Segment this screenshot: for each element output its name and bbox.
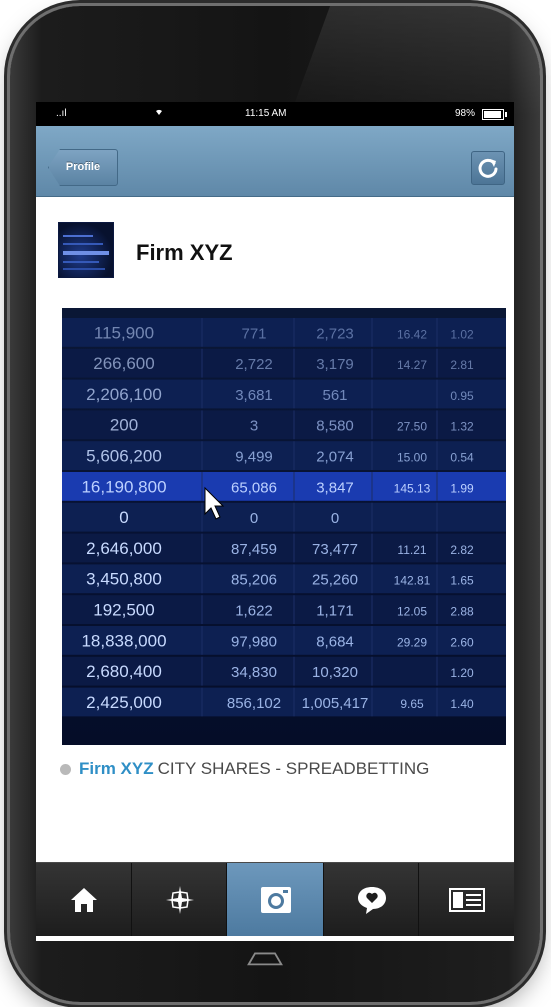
ticker-cell: 771 — [241, 325, 266, 342]
ticker-cell: 2.60 — [450, 635, 474, 649]
ticker-cell: 14.27 — [397, 358, 427, 372]
ticker-cell: 9,499 — [235, 449, 273, 466]
ticker-cell: 73,477 — [312, 541, 358, 558]
ticker-cell: 8,684 — [316, 633, 354, 650]
ticker-cell: 2,074 — [316, 449, 354, 466]
ticker-cell: 2,206,100 — [86, 385, 162, 404]
ticker-cell: 2,723 — [316, 325, 354, 342]
ticker-cell: 2,680,400 — [86, 662, 162, 681]
wifi-icon — [154, 107, 164, 119]
tab-camera[interactable] — [226, 863, 324, 936]
ticker-cell: 2.81 — [450, 358, 474, 372]
refresh-button[interactable] — [471, 151, 505, 185]
ticker-cell: 87,459 — [231, 541, 277, 558]
phone-frame: ..ıl 11:15 AM 98% Profile Firm XYZ 115,9… — [10, 6, 540, 1002]
refresh-icon — [478, 158, 498, 178]
avatar[interactable] — [58, 222, 114, 278]
ticker-cell: 97,980 — [231, 633, 277, 650]
ticker-cell: 25,260 — [312, 572, 358, 589]
tab-activity[interactable] — [323, 863, 419, 936]
ticker-cell: 2.88 — [450, 605, 474, 619]
ticker-cell: 1.32 — [450, 420, 474, 434]
caption-firm-link[interactable]: Firm XYZ — [79, 759, 154, 778]
camera-icon — [260, 886, 291, 913]
compass-star-icon — [165, 885, 194, 914]
home-icon — [70, 887, 97, 912]
phone-gloss — [289, 6, 540, 116]
ticker-cell: 3,450,800 — [86, 570, 162, 589]
ticker-cell: 2.82 — [450, 543, 474, 557]
ticker-cell: 1,005,417 — [302, 695, 369, 712]
ticker-cell: 856,102 — [227, 695, 281, 712]
caption-text: CITY SHARES - SPREADBETTING — [157, 759, 430, 778]
ticker-cell: 0 — [250, 510, 258, 527]
ticker-cell: 561 — [322, 387, 347, 404]
ticker-cell: 1.20 — [450, 666, 474, 680]
ticker-cell: 10,320 — [312, 664, 358, 681]
ticker-cell: 2,425,000 — [86, 693, 162, 712]
home-hardware-button[interactable] — [245, 948, 285, 968]
ticker-cell: 5,606,200 — [86, 447, 162, 466]
profile-card-icon — [448, 887, 485, 912]
status-time: 11:15 AM — [245, 108, 287, 119]
profile-header: Firm XYZ — [36, 196, 514, 306]
ticker-cell: 16.42 — [397, 327, 427, 341]
ticker-cell: 3,681 — [235, 387, 273, 404]
ticker-cell: 0 — [119, 508, 128, 527]
post-caption: Firm XYZ CITY SHARES - SPREADBETTING — [60, 759, 429, 779]
ticker-cell: 11.21 — [397, 543, 426, 557]
heart-bubble-icon — [357, 886, 386, 914]
post-photo[interactable]: 115,900 771 2,723 16.42 1.02 266,600 2,722 3,17… — [62, 308, 506, 745]
phone-screen: ..ıl 11:15 AM 98% Profile Firm XYZ 115,9… — [36, 102, 514, 941]
tab-home[interactable] — [36, 863, 131, 936]
ticker-cell: 18,838,000 — [81, 631, 166, 650]
ticker-cell: 115,900 — [94, 323, 154, 342]
ticker-cell: 0.54 — [450, 451, 474, 465]
ticker-cell: 0 — [331, 510, 339, 527]
ticker-cell: 3 — [250, 418, 258, 435]
ticker-cell: 27.50 — [397, 420, 427, 434]
ticker-cell: 34,830 — [231, 664, 277, 681]
ticker-cell: 192,500 — [93, 601, 154, 620]
ticker-cell: 142.81 — [394, 574, 431, 588]
ticker-cell: 2,646,000 — [86, 539, 162, 558]
ticker-cell: 12.05 — [397, 605, 427, 619]
ticker-cell: 200 — [110, 416, 138, 435]
ticker-cell: 1.99 — [450, 481, 474, 495]
profile-name: Firm XYZ — [136, 240, 233, 265]
ticker-cell: 1,622 — [235, 603, 273, 620]
ticker-cell: 15.00 — [397, 451, 427, 465]
ticker-cell: 266,600 — [93, 354, 154, 373]
ticker-cell: 8,580 — [316, 418, 354, 435]
ticker-cell: 2,722 — [235, 356, 273, 373]
stock-ticker-image: 115,900 771 2,723 16.42 1.02 266,600 2,722 3,17… — [62, 318, 506, 717]
ticker-cell: 16,190,800 — [81, 477, 166, 496]
ticker-cell: 1,171 — [316, 603, 354, 620]
ticker-cell: 0.95 — [450, 389, 474, 403]
ticker-cell: 1.02 — [450, 327, 474, 341]
battery-icon — [482, 109, 507, 120]
ticker-cell: 1.65 — [450, 574, 474, 588]
tab-explore[interactable] — [131, 863, 227, 936]
ticker-cell: 145.13 — [394, 481, 431, 495]
tab-bar — [36, 862, 514, 936]
ticker-cell: 3,847 — [316, 479, 354, 496]
ticker-cell: 85,206 — [231, 572, 277, 589]
signal-icon: ..ıl — [56, 108, 67, 119]
navigation-bar: Profile — [36, 126, 514, 197]
ticker-cell: 1.40 — [450, 697, 474, 711]
ticker-cell: 29.29 — [397, 635, 427, 649]
status-bar: ..ıl 11:15 AM 98% — [36, 102, 514, 126]
ticker-cell: 3,179 — [316, 356, 354, 373]
ticker-cell: 65,086 — [231, 479, 277, 496]
caption-dot-icon — [60, 764, 71, 776]
ticker-cell: 9.65 — [400, 697, 424, 711]
back-button[interactable]: Profile — [48, 149, 118, 186]
battery-percentage: 98% — [455, 108, 476, 119]
tab-profile[interactable] — [418, 863, 514, 936]
